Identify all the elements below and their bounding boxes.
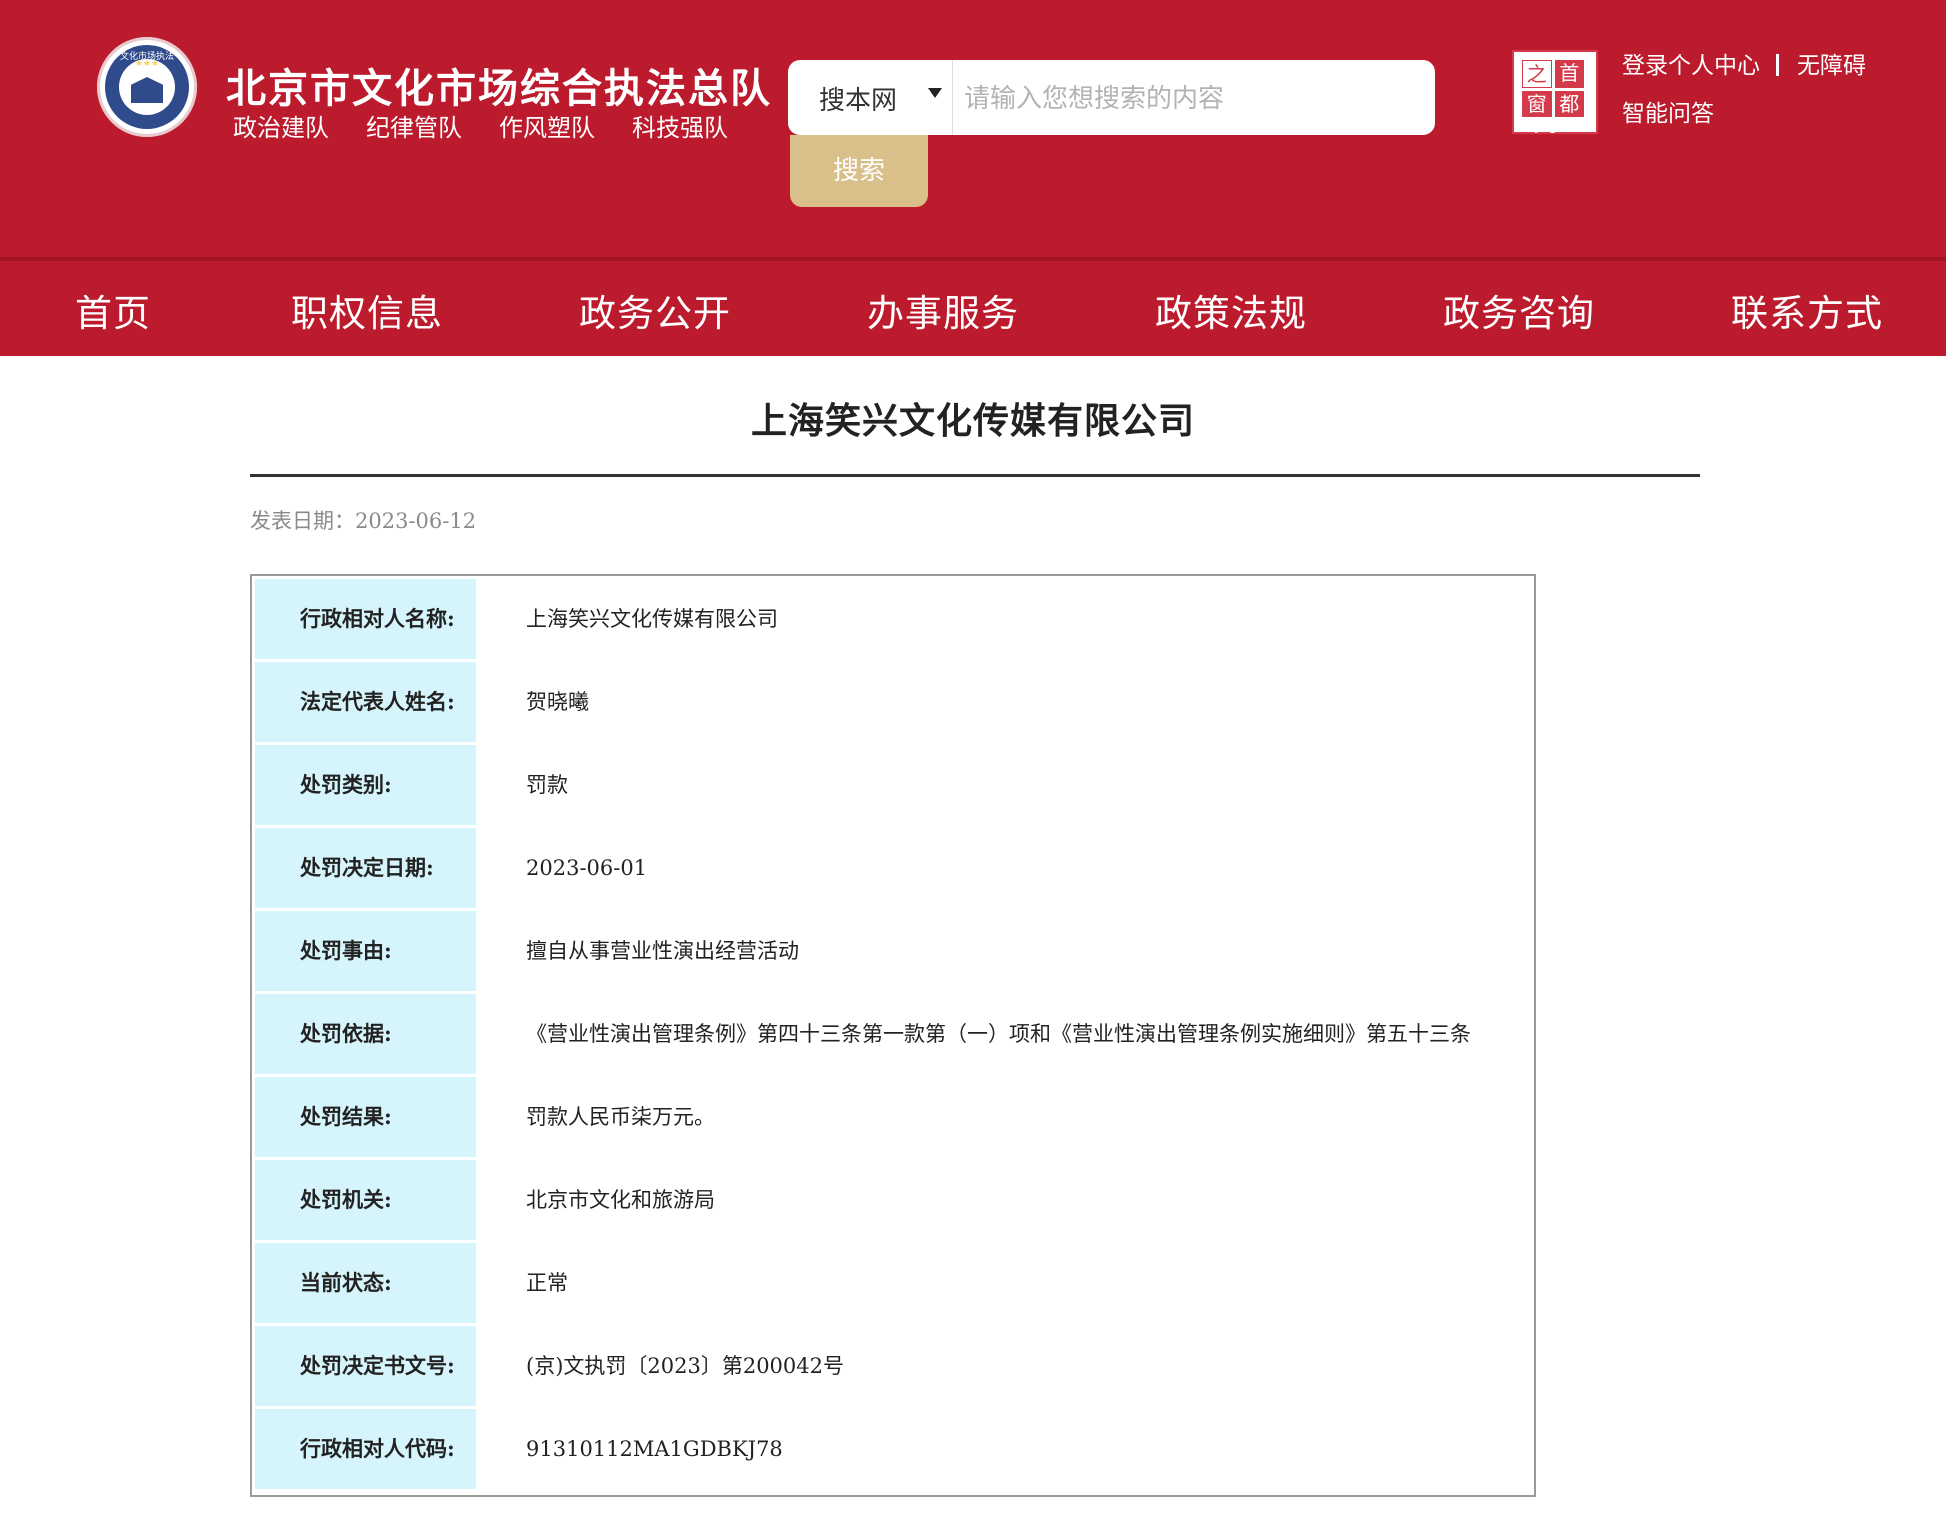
- row-label: 当前状态:: [255, 1243, 476, 1323]
- table-row: 处罚事由: 擅自从事营业性演出经营活动: [255, 911, 1531, 994]
- table-row: 处罚类别: 罚款: [255, 745, 1531, 828]
- nav-item-disclosure[interactable]: 政务公开: [579, 283, 731, 337]
- logo-char: 之: [1522, 60, 1552, 88]
- smart-qa-link[interactable]: 智能问答: [1622, 94, 1714, 128]
- row-label: 处罚结果:: [255, 1077, 476, 1157]
- page-title: 上海笑兴文化传媒有限公司: [750, 400, 1195, 442]
- row-value: 贺晓曦: [526, 690, 589, 714]
- main-nav: 首页 职权信息 政务公开 办事服务 政策法规 政务咨询 联系方式: [0, 261, 1946, 356]
- row-value: 擅自从事营业性演出经营活动: [526, 939, 799, 963]
- slogan: 纪律管队: [366, 114, 462, 142]
- search-box: 搜本网: [788, 60, 1435, 135]
- row-label: 处罚机关:: [255, 1160, 476, 1240]
- logo-char: 窗: [1522, 91, 1552, 117]
- capital-logo-caption: Beijing-China: [1517, 123, 1593, 134]
- row-value: 罚款: [526, 773, 568, 797]
- row-value: 上海笑兴文化传媒有限公司: [526, 607, 778, 631]
- table-row: 当前状态: 正常: [255, 1243, 1531, 1326]
- slogan: 政治建队: [233, 114, 329, 142]
- table-row: 处罚依据: 《营业性演出管理条例》第四十三条第一款第（一）项和《营业性演出管理条…: [255, 994, 1531, 1077]
- table-row: 处罚决定日期: 2023-06-01: [255, 828, 1531, 911]
- row-label: 处罚决定日期:: [255, 828, 476, 908]
- emblem-text: 文化市场执法: [119, 52, 174, 62]
- row-label: 行政相对人代码:: [255, 1409, 476, 1489]
- publish-date: 发表日期：2023-06-12: [250, 509, 477, 533]
- caret-down-icon: [928, 88, 942, 98]
- nav-item-contact[interactable]: 联系方式: [1731, 283, 1883, 337]
- search-scope-select[interactable]: 搜本网: [788, 60, 953, 135]
- search-button[interactable]: 搜索: [790, 135, 928, 207]
- row-label: 处罚决定书文号:: [255, 1326, 476, 1406]
- table-row: 处罚机关: 北京市文化和旅游局: [255, 1160, 1531, 1243]
- nav-item-services[interactable]: 办事服务: [867, 283, 1019, 337]
- header-bar: ★★★ 文化市场执法 北京市文化市场综合执法总队 政治建队 纪律管队 作风塑队 …: [0, 0, 1946, 257]
- search-scope-label: 搜本网: [819, 86, 898, 116]
- row-label: 法定代表人姓名:: [255, 662, 476, 742]
- row-label: 处罚类别:: [255, 745, 476, 825]
- penalty-info-table: 行政相对人名称: 上海笑兴文化传媒有限公司 法定代表人姓名: 贺晓曦 处罚类别:…: [250, 574, 1536, 1497]
- nav-item-consultation[interactable]: 政务咨询: [1443, 283, 1595, 337]
- login-link[interactable]: 登录个人中心: [1622, 53, 1760, 79]
- table-row: 法定代表人姓名: 贺晓曦: [255, 662, 1531, 745]
- row-label: 处罚依据:: [255, 994, 476, 1074]
- row-value: 91310112MA1GDBKJ78: [526, 1437, 783, 1461]
- logo-char: 首: [1554, 60, 1584, 88]
- row-label: 行政相对人名称:: [255, 579, 476, 659]
- nav-item-authority[interactable]: 职权信息: [291, 283, 443, 337]
- agency-emblem-icon[interactable]: ★★★ 文化市场执法: [97, 37, 197, 137]
- slogan: 科技强队: [632, 114, 728, 142]
- accessibility-link[interactable]: 无障碍: [1797, 53, 1866, 79]
- row-value: (京)文执罚〔2023〕第200042号: [526, 1354, 844, 1378]
- row-label: 处罚事由:: [255, 911, 476, 991]
- nav-item-home[interactable]: 首页: [75, 283, 151, 337]
- search-input[interactable]: [962, 70, 1426, 127]
- logo-char: 都: [1554, 91, 1584, 117]
- row-value: 北京市文化和旅游局: [526, 1188, 715, 1212]
- site-title[interactable]: 北京市文化市场综合执法总队: [226, 56, 772, 114]
- table-row: 处罚结果: 罚款人民币柒万元。: [255, 1077, 1531, 1160]
- capital-window-logo[interactable]: 之 首 窗 都: [1512, 50, 1598, 134]
- table-row: 处罚决定书文号: (京)文执罚〔2023〕第200042号: [255, 1326, 1531, 1409]
- table-row: 行政相对人代码: 91310112MA1GDBKJ78: [255, 1409, 1531, 1492]
- row-value: 正常: [526, 1271, 568, 1295]
- row-value: 罚款人民币柒万元。: [526, 1105, 715, 1129]
- row-value: 《营业性演出管理条例》第四十三条第一款第（一）项和《营业性演出管理条例实施细则》…: [526, 1022, 1471, 1046]
- slogans: 政治建队 纪律管队 作风塑队 科技强队: [233, 108, 728, 143]
- slogan: 作风塑队: [499, 114, 595, 142]
- link-separator: [1776, 54, 1779, 76]
- row-value: 2023-06-01: [526, 856, 648, 880]
- nav-item-policies[interactable]: 政策法规: [1155, 283, 1307, 337]
- user-links: 登录个人中心 无障碍: [1622, 46, 1866, 80]
- table-row: 行政相对人名称: 上海笑兴文化传媒有限公司: [255, 579, 1531, 662]
- title-divider: [250, 474, 1700, 477]
